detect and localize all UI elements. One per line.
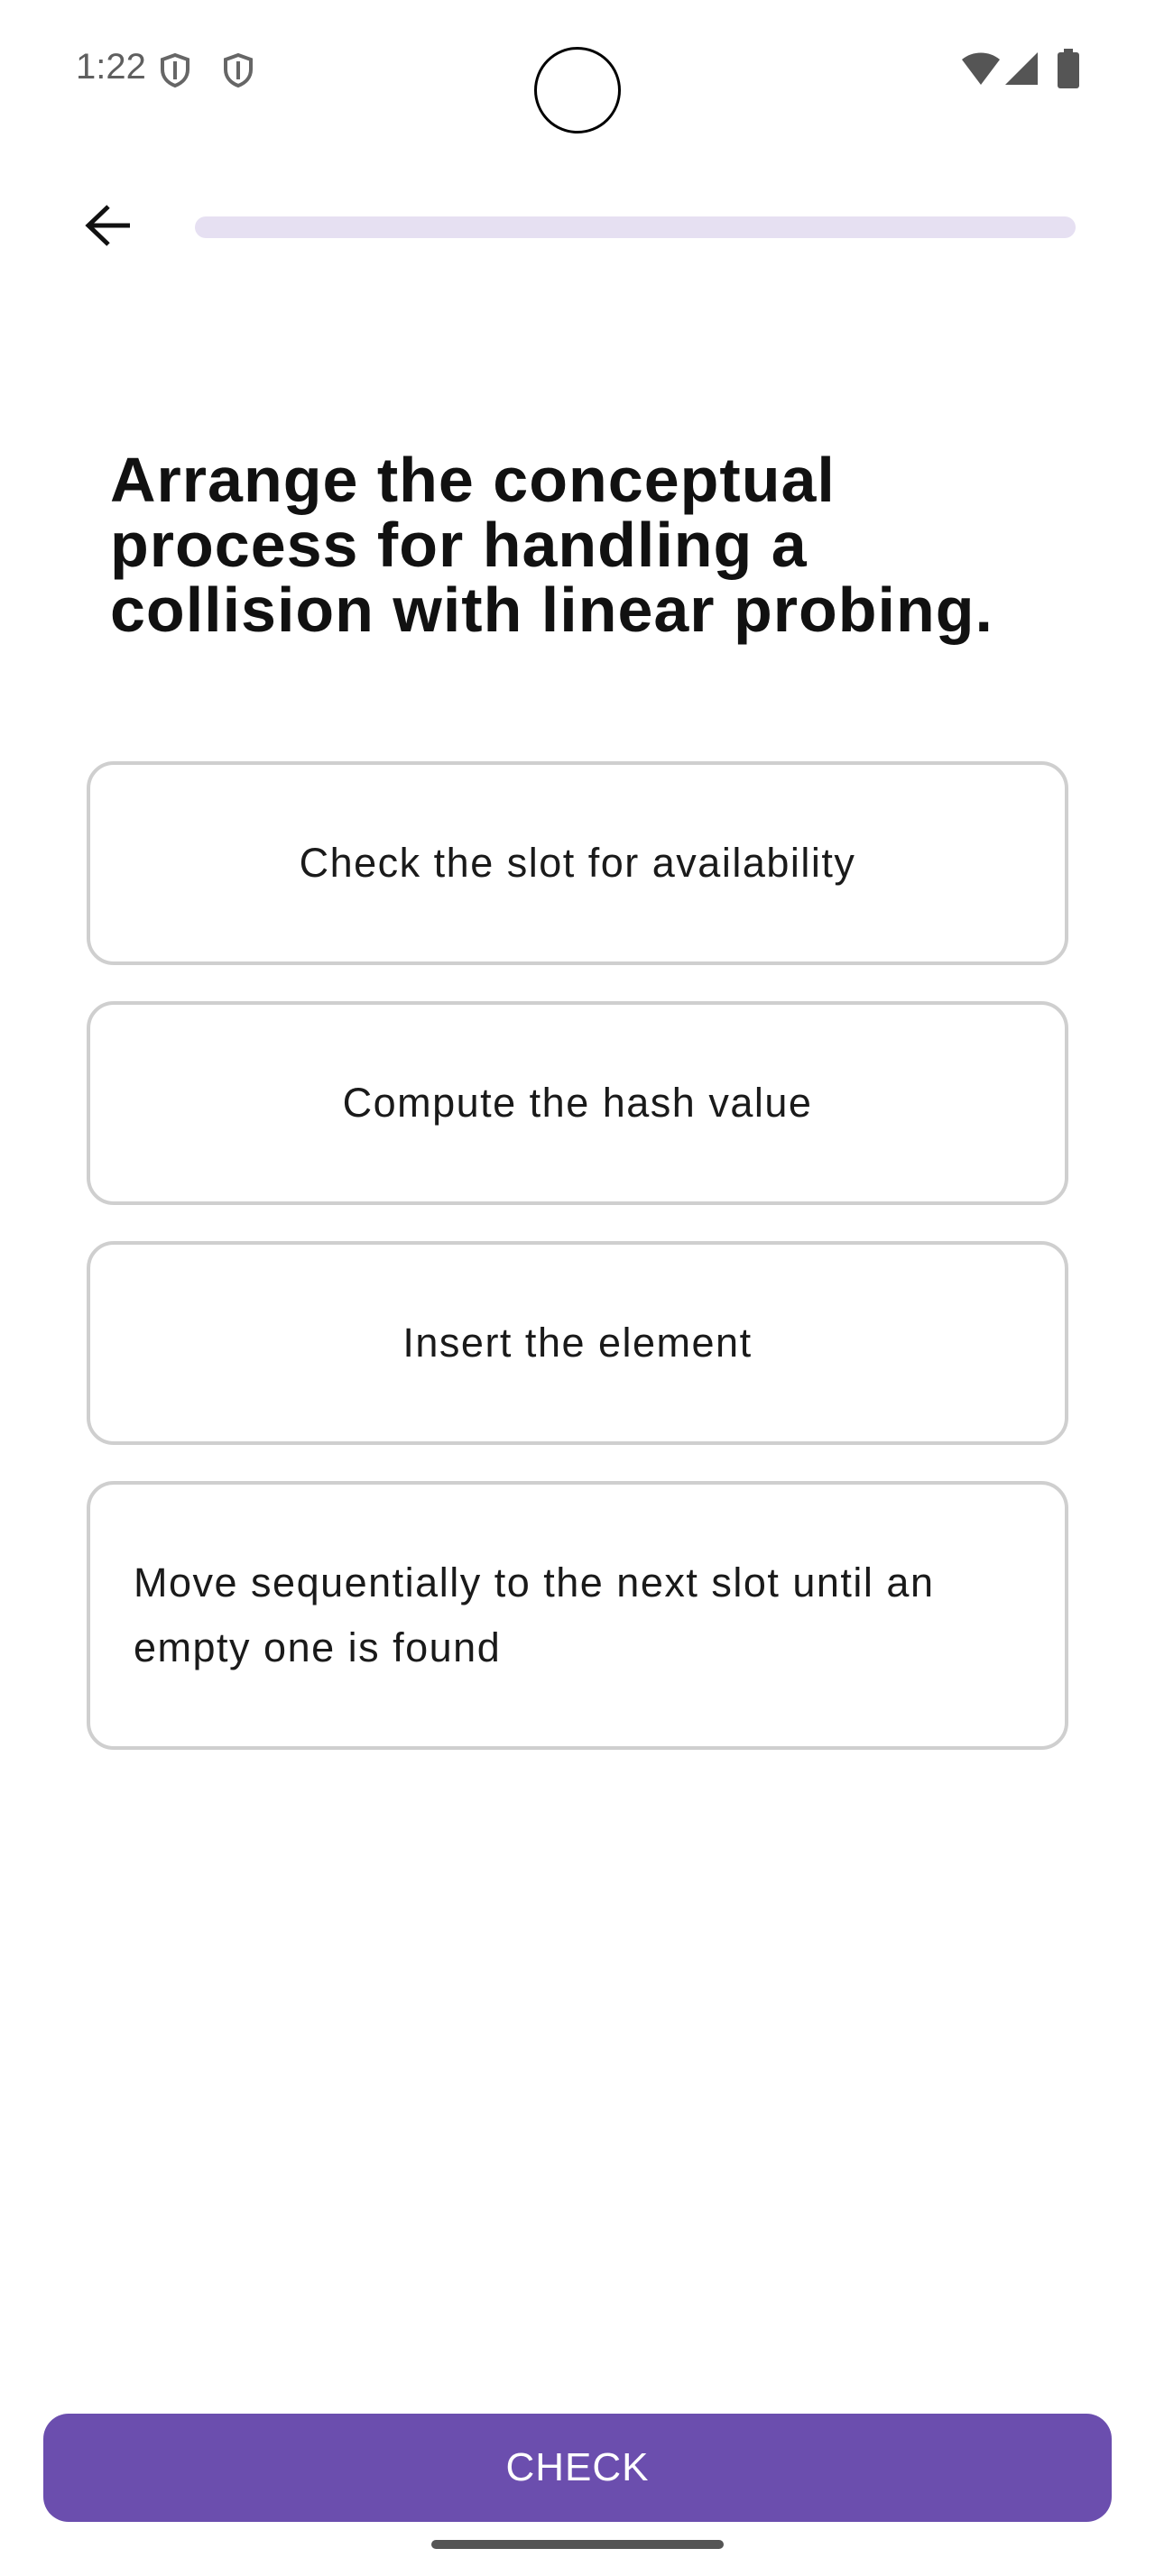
home-indicator[interactable] [431,2540,724,2549]
answer-options-list: Check the slot for availability Compute … [87,761,1068,1786]
option-card[interactable]: Compute the hash value [87,1001,1068,1205]
camera-cutout [534,47,621,133]
option-card[interactable]: Insert the element [87,1241,1068,1445]
check-button[interactable]: CHECK [43,2414,1112,2522]
status-bar: 1:22 [0,0,1155,135]
arrow-left-icon [83,203,134,253]
option-card[interactable]: Check the slot for availability [87,761,1068,965]
option-card[interactable]: Move sequentially to the next slot until… [87,1481,1068,1750]
status-time: 1:22 [76,47,146,87]
progress-bar [195,216,1076,238]
shield-icon [222,52,254,88]
shield-icon [159,52,191,88]
question-text: Arrange the conceptual process for handl… [110,445,993,645]
back-button[interactable] [72,191,144,263]
battery-icon [1058,49,1079,88]
signal-icon [1003,51,1040,87]
wifi-icon [960,52,1002,87]
